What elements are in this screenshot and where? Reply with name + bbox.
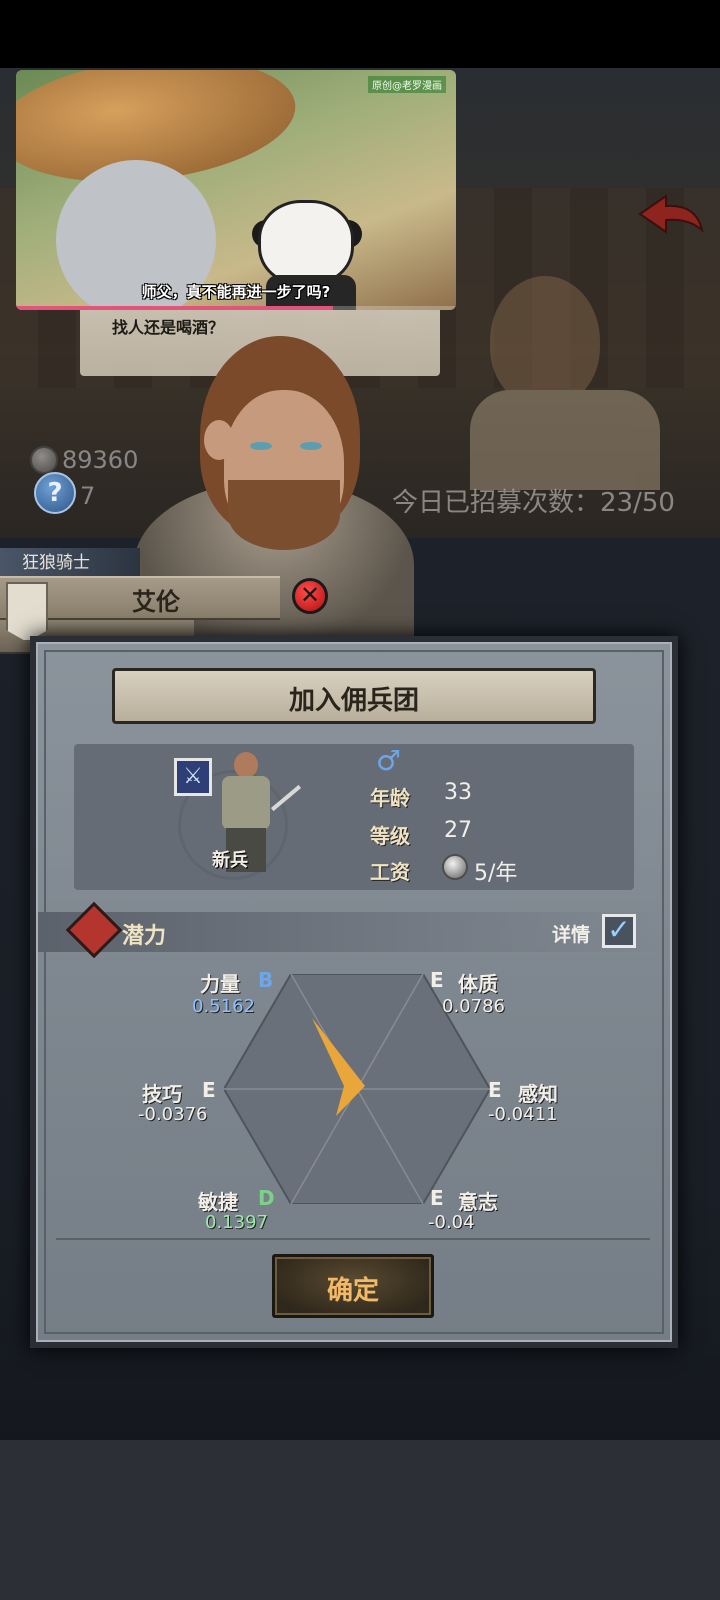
level-label: 等级 [370,824,410,848]
character-eye [250,442,272,450]
dismiss-button[interactable]: ✕ [292,578,328,614]
video-progress-fill [16,306,333,310]
attr-strength-value: 0.5162 [192,996,255,1017]
attr-strength-grade: B [258,968,274,992]
dagger-icon: ⚔ [174,758,212,796]
sprite-head [234,752,258,778]
class-tag: 狂狼骑士 [0,548,140,578]
sprite-body [222,776,270,830]
wage-label: 工资 [370,860,410,884]
attr-agility-name: 敏捷 [198,1190,238,1214]
potential-label: 潜力 [122,924,167,949]
attr-agility-value: 0.1397 [205,1212,268,1233]
silver-coin-icon [442,854,468,880]
confirm-button-label[interactable]: 确定 [272,1270,434,1307]
male-icon: ♂ [376,744,402,777]
attr-skill-grade: E [202,1078,216,1102]
attr-constitution-value: 0.0786 [442,996,505,1017]
panda-face [258,200,354,286]
age-value: 33 [444,780,472,805]
back-arrow-icon[interactable] [636,192,706,240]
bartender-body [470,390,660,490]
attr-perception-value: -0.0411 [488,1104,558,1125]
bartender-figure [470,270,670,490]
character-beard [228,480,340,550]
video-progress [16,306,456,310]
attr-will-value: -0.04 [428,1212,475,1233]
attr-strength-name: 力量 [200,972,240,996]
rank-label: 新兵 [212,850,248,871]
info-box [74,744,634,890]
dialog-divider [56,1238,650,1240]
attr-skill-value: -0.0376 [138,1104,208,1125]
attr-will-name: 意志 [458,1190,498,1214]
attr-will-grade: E [430,1186,444,1210]
status-bar-area [0,0,720,68]
detail-label: 详情 [552,924,591,946]
attr-constitution-name: 体质 [458,972,498,996]
attr-perception-name: 感知 [518,1082,558,1106]
attr-skill-name: 技巧 [142,1082,182,1106]
attr-constitution-grade: E [430,968,444,992]
bartender-head [490,276,600,406]
secondary-count: 7 [80,482,96,510]
wage-value: 5/年 [474,861,518,886]
video-overlay[interactable]: 原创@老罗漫画 师父，真不能再进一步了吗? [16,70,456,310]
help-icon[interactable]: ? [34,472,76,514]
character-eye [300,442,322,450]
floor-strip [0,1440,720,1600]
attr-agility-grade: D [258,1186,275,1210]
age-label: 年龄 [370,786,410,810]
recruit-count: 今日已招募次数：23/50 [392,488,675,518]
video-watermark: 原创@老罗漫画 [368,76,446,93]
coin-icon [30,446,58,474]
character-name: 艾伦 [132,588,180,616]
banner-icon [6,582,48,642]
level-value: 27 [444,818,472,843]
dialog-title: 加入佣兵团 [288,686,419,716]
detail-checkbox[interactable]: ✓ [602,914,636,948]
video-caption: 师父，真不能再进一步了吗? [141,283,331,301]
attr-perception-grade: E [488,1078,502,1102]
